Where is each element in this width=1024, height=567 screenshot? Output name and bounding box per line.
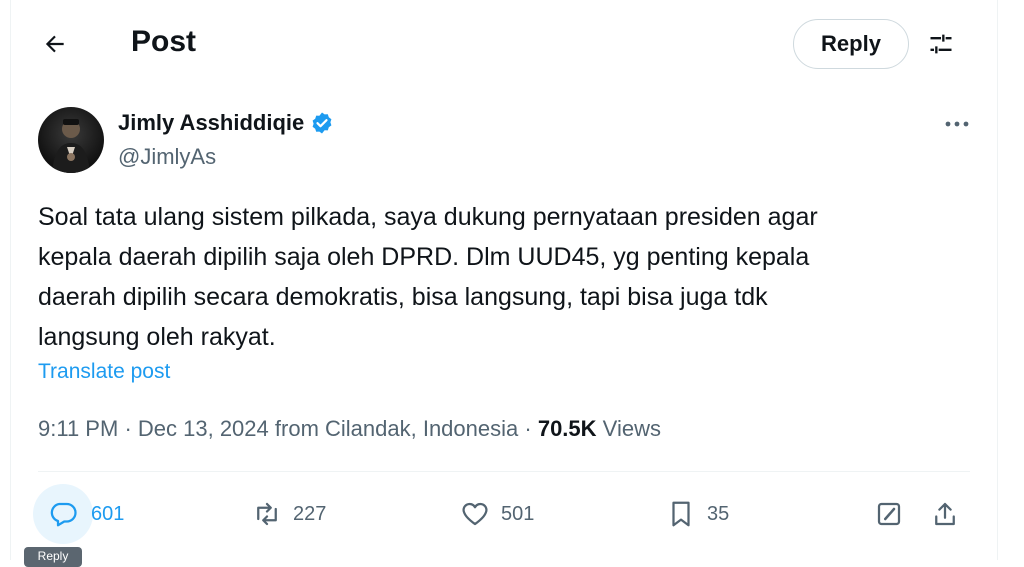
header: Post Reply [11,0,997,86]
post-time[interactable]: 9:11 PM [38,416,118,441]
page-title: Post [131,25,197,58]
sliders-icon [930,34,952,54]
edit-button[interactable] [869,490,909,538]
repost-icon [257,502,277,526]
share-icon [935,502,955,526]
reply-icon-wrap [33,484,93,544]
views-label: Views [602,416,661,441]
reply-tooltip: Reply [24,547,82,567]
post-location: from Cilandak, Indonesia [274,416,519,441]
filter-button[interactable] [923,26,959,62]
bookmark-icon [672,501,690,527]
divider [38,471,970,472]
more-options-button[interactable] [939,110,975,138]
like-button[interactable]: 501 [455,490,534,538]
avatar[interactable] [38,107,104,173]
back-arrow-icon [45,35,64,53]
reply-count: 601 [91,502,125,525]
author-handle[interactable]: @JimlyAs [118,144,216,170]
bookmark-count: 35 [707,502,730,525]
translate-post-link[interactable]: Translate post [38,360,170,384]
avatar-photo-icon [52,119,90,173]
meta-separator: · [124,416,138,441]
action-bar: 601 227 501 35 [11,484,997,544]
back-button[interactable] [37,26,73,62]
like-icon-wrap [455,494,495,534]
reply-button[interactable]: Reply [793,19,909,69]
like-count: 501 [501,502,535,525]
bookmark-button[interactable]: 35 [661,490,729,538]
author-name[interactable]: Jimly Asshiddiqie [118,110,334,136]
author-name-text: Jimly Asshiddiqie [118,110,305,135]
more-dots-icon [945,121,969,127]
share-button[interactable] [925,490,965,538]
edit-icon-wrap [869,494,909,534]
post-date[interactable]: Dec 13, 2024 [138,416,269,441]
reply-bubble-icon [50,502,77,527]
views-count: 70.5K [537,416,597,441]
verified-badge-icon [312,112,332,134]
meta-separator: · [524,416,538,441]
repost-button[interactable]: 227 [247,490,326,538]
repost-count: 227 [293,502,327,525]
heart-icon [462,502,488,526]
post-meta: 9:11 PM · Dec 13, 2024 from Cilandak, In… [38,416,661,442]
repost-icon-wrap [247,494,287,534]
post-detail-panel: Post Reply Jimly Asshiddiqie @JimlyAs So… [10,0,998,560]
post-text: Soal tata ulang sistem pilkada, saya duk… [38,203,818,351]
edit-icon [877,502,901,526]
bookmark-icon-wrap [661,494,701,534]
share-icon-wrap [925,494,965,534]
reply-action-button[interactable]: 601 [33,484,125,544]
